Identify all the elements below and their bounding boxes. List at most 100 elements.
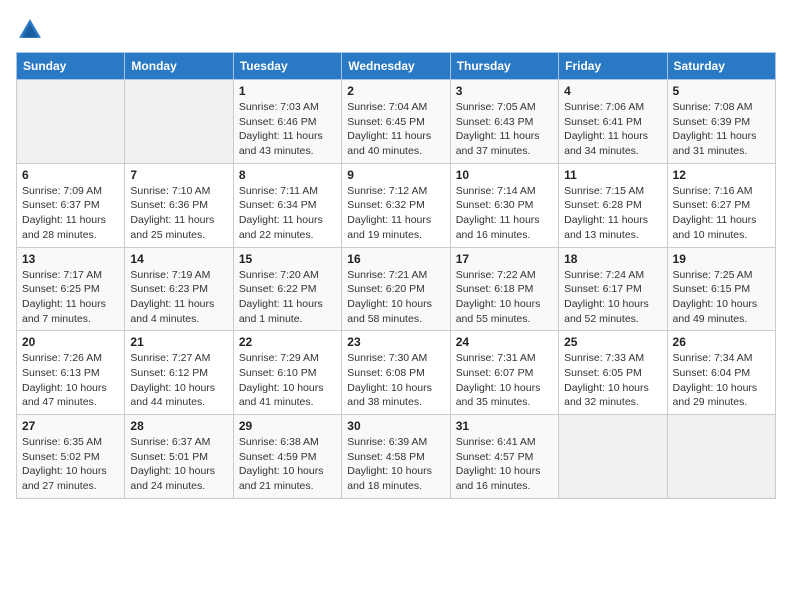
weekday-header: Monday [125,53,233,80]
day-detail: Sunrise: 6:35 AM Sunset: 5:02 PM Dayligh… [22,435,119,494]
day-number: 22 [239,335,336,349]
day-number: 21 [130,335,227,349]
day-detail: Sunrise: 6:39 AM Sunset: 4:58 PM Dayligh… [347,435,444,494]
calendar-cell: 21 Sunrise: 7:27 AM Sunset: 6:12 PM Dayli… [125,331,233,415]
day-detail: Sunrise: 7:24 AM Sunset: 6:17 PM Dayligh… [564,268,661,327]
calendar-cell: 19 Sunrise: 7:25 AM Sunset: 6:15 PM Dayli… [667,247,775,331]
day-detail: Sunrise: 7:29 AM Sunset: 6:10 PM Dayligh… [239,351,336,410]
weekday-header: Sunday [17,53,125,80]
calendar-cell: 24Sunrise: 7:31 AM Sunset: 6:07 PM Dayli… [450,331,558,415]
calendar-header-row: SundayMondayTuesdayWednesdayThursdayFrid… [17,53,776,80]
calendar-week-row: 27 Sunrise: 6:35 AM Sunset: 5:02 PM Dayli… [17,415,776,499]
day-detail: Sunrise: 7:22 AM Sunset: 6:18 PM Dayligh… [456,268,553,327]
day-number: 12 [673,168,770,182]
day-detail: Sunrise: 7:06 AM Sunset: 6:41 PM Dayligh… [564,100,661,159]
day-detail: Sunrise: 7:14 AM Sunset: 6:30 PM Dayligh… [456,184,553,243]
day-number: 27 [22,419,119,433]
day-detail: Sunrise: 7:21 AM Sunset: 6:20 PM Dayligh… [347,268,444,327]
day-number: 18 [564,252,661,266]
calendar-cell: 23Sunrise: 7:30 AM Sunset: 6:08 PM Dayli… [342,331,450,415]
calendar-week-row: 1 Sunrise: 7:03 AM Sunset: 6:46 PM Daylig… [17,80,776,164]
calendar-cell: 10 Sunrise: 7:14 AM Sunset: 6:30 PM Dayli… [450,163,558,247]
day-number: 14 [130,252,227,266]
day-detail: Sunrise: 7:04 AM Sunset: 6:45 PM Dayligh… [347,100,444,159]
calendar-week-row: 20 Sunrise: 7:26 AM Sunset: 6:13 PM Dayli… [17,331,776,415]
calendar-cell: 3 Sunrise: 7:05 AM Sunset: 6:43 PM Daylig… [450,80,558,164]
logo-icon [16,16,44,44]
day-detail: Sunrise: 7:26 AM Sunset: 6:13 PM Dayligh… [22,351,119,410]
weekday-header: Wednesday [342,53,450,80]
day-number: 25 [564,335,661,349]
calendar-cell [125,80,233,164]
calendar-cell: 31 Sunrise: 6:41 AM Sunset: 4:57 PM Dayli… [450,415,558,499]
day-detail: Sunrise: 7:10 AM Sunset: 6:36 PM Dayligh… [130,184,227,243]
day-number: 2 [347,84,444,98]
day-number: 19 [673,252,770,266]
weekday-header: Friday [559,53,667,80]
page-header [16,16,776,44]
day-number: 5 [673,84,770,98]
calendar-cell: 4 Sunrise: 7:06 AM Sunset: 6:41 PM Daylig… [559,80,667,164]
calendar-cell: 15Sunrise: 7:20 AM Sunset: 6:22 PM Dayli… [233,247,341,331]
calendar-table: SundayMondayTuesdayWednesdayThursdayFrid… [16,52,776,499]
day-detail: Sunrise: 7:16 AM Sunset: 6:27 PM Dayligh… [673,184,770,243]
day-detail: Sunrise: 7:09 AM Sunset: 6:37 PM Dayligh… [22,184,119,243]
day-detail: Sunrise: 7:17 AM Sunset: 6:25 PM Dayligh… [22,268,119,327]
day-number: 24 [456,335,553,349]
calendar-cell: 25 Sunrise: 7:33 AM Sunset: 6:05 PM Dayli… [559,331,667,415]
day-number: 17 [456,252,553,266]
day-detail: Sunrise: 6:41 AM Sunset: 4:57 PM Dayligh… [456,435,553,494]
day-detail: Sunrise: 7:33 AM Sunset: 6:05 PM Dayligh… [564,351,661,410]
day-number: 11 [564,168,661,182]
day-detail: Sunrise: 7:15 AM Sunset: 6:28 PM Dayligh… [564,184,661,243]
day-number: 28 [130,419,227,433]
day-detail: Sunrise: 7:34 AM Sunset: 6:04 PM Dayligh… [673,351,770,410]
day-detail: Sunrise: 7:25 AM Sunset: 6:15 PM Dayligh… [673,268,770,327]
calendar-week-row: 13 Sunrise: 7:17 AM Sunset: 6:25 PM Dayli… [17,247,776,331]
calendar-cell: 7 Sunrise: 7:10 AM Sunset: 6:36 PM Daylig… [125,163,233,247]
day-detail: Sunrise: 7:12 AM Sunset: 6:32 PM Dayligh… [347,184,444,243]
day-detail: Sunrise: 6:38 AM Sunset: 4:59 PM Dayligh… [239,435,336,494]
calendar-cell: 20 Sunrise: 7:26 AM Sunset: 6:13 PM Dayli… [17,331,125,415]
day-detail: Sunrise: 7:19 AM Sunset: 6:23 PM Dayligh… [130,268,227,327]
weekday-header: Saturday [667,53,775,80]
day-number: 16 [347,252,444,266]
calendar-cell: 27 Sunrise: 6:35 AM Sunset: 5:02 PM Dayli… [17,415,125,499]
calendar-cell: 30Sunrise: 6:39 AM Sunset: 4:58 PM Dayli… [342,415,450,499]
day-detail: Sunrise: 7:08 AM Sunset: 6:39 PM Dayligh… [673,100,770,159]
day-detail: Sunrise: 7:03 AM Sunset: 6:46 PM Dayligh… [239,100,336,159]
calendar-cell: 8Sunrise: 7:11 AM Sunset: 6:34 PM Daylig… [233,163,341,247]
day-number: 10 [456,168,553,182]
day-number: 13 [22,252,119,266]
day-number: 20 [22,335,119,349]
calendar-cell: 2 Sunrise: 7:04 AM Sunset: 6:45 PM Daylig… [342,80,450,164]
calendar-cell: 17 Sunrise: 7:22 AM Sunset: 6:18 PM Dayli… [450,247,558,331]
day-detail: Sunrise: 6:37 AM Sunset: 5:01 PM Dayligh… [130,435,227,494]
calendar-cell: 9 Sunrise: 7:12 AM Sunset: 6:32 PM Daylig… [342,163,450,247]
logo [16,16,48,44]
calendar-cell: 26 Sunrise: 7:34 AM Sunset: 6:04 PM Dayli… [667,331,775,415]
calendar-cell: 28 Sunrise: 6:37 AM Sunset: 5:01 PM Dayli… [125,415,233,499]
weekday-header: Thursday [450,53,558,80]
day-detail: Sunrise: 7:30 AM Sunset: 6:08 PM Dayligh… [347,351,444,410]
calendar-cell: 11 Sunrise: 7:15 AM Sunset: 6:28 PM Dayli… [559,163,667,247]
calendar-cell: 29 Sunrise: 6:38 AM Sunset: 4:59 PM Dayli… [233,415,341,499]
calendar-cell [559,415,667,499]
day-number: 9 [347,168,444,182]
calendar-cell: 16 Sunrise: 7:21 AM Sunset: 6:20 PM Dayli… [342,247,450,331]
calendar-cell: 14 Sunrise: 7:19 AM Sunset: 6:23 PM Dayli… [125,247,233,331]
calendar-cell [667,415,775,499]
day-detail: Sunrise: 7:27 AM Sunset: 6:12 PM Dayligh… [130,351,227,410]
calendar-cell: 5 Sunrise: 7:08 AM Sunset: 6:39 PM Daylig… [667,80,775,164]
day-number: 31 [456,419,553,433]
day-number: 7 [130,168,227,182]
day-number: 29 [239,419,336,433]
day-number: 3 [456,84,553,98]
day-number: 26 [673,335,770,349]
day-number: 4 [564,84,661,98]
day-detail: Sunrise: 7:11 AM Sunset: 6:34 PM Dayligh… [239,184,336,243]
day-number: 6 [22,168,119,182]
calendar-cell: 12 Sunrise: 7:16 AM Sunset: 6:27 PM Dayli… [667,163,775,247]
day-number: 1 [239,84,336,98]
day-detail: Sunrise: 7:05 AM Sunset: 6:43 PM Dayligh… [456,100,553,159]
